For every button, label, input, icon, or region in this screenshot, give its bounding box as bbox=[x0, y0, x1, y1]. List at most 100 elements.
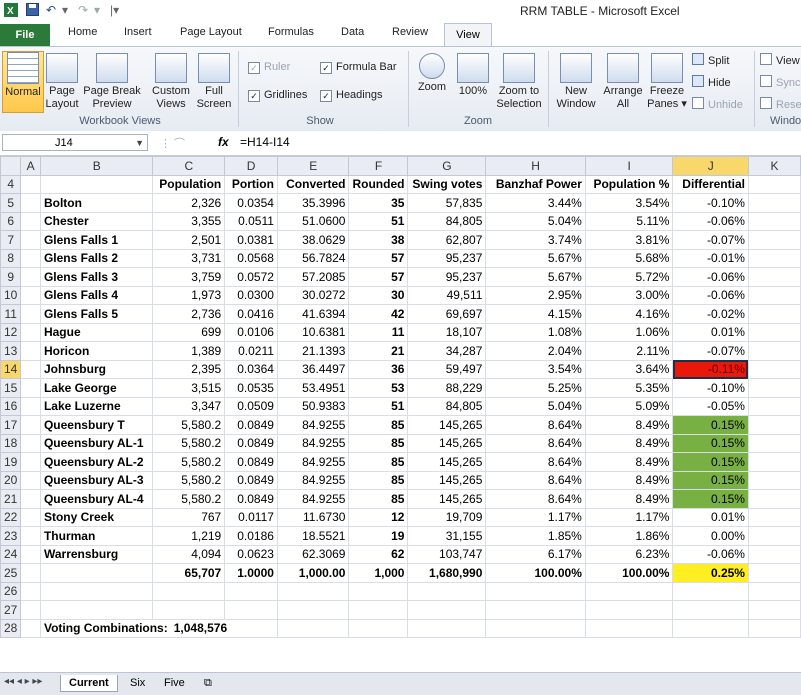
cell-swing-votes[interactable]: 95,237 bbox=[407, 248, 487, 268]
total-rounded[interactable]: 1,000 bbox=[348, 563, 409, 583]
column-title-swing-votes[interactable]: Swing votes bbox=[407, 174, 487, 194]
cell[interactable] bbox=[747, 193, 801, 213]
cell-population-pct[interactable]: 1.86% bbox=[584, 526, 674, 546]
cell[interactable] bbox=[348, 618, 409, 638]
cell-population[interactable]: 5,580.2 bbox=[152, 489, 226, 509]
cell-swing-votes[interactable]: 31,155 bbox=[407, 526, 487, 546]
cell-rounded[interactable]: 85 bbox=[348, 415, 409, 435]
cell-differential[interactable]: -0.06% bbox=[672, 211, 749, 231]
row-header[interactable]: 13 bbox=[0, 341, 22, 361]
row-header[interactable]: 17 bbox=[0, 415, 22, 435]
cell-population[interactable]: 2,326 bbox=[152, 193, 226, 213]
row-header[interactable]: 21 bbox=[0, 489, 22, 509]
sheet-tab-current[interactable]: Current bbox=[60, 675, 118, 692]
cell-portion[interactable]: 0.0381 bbox=[224, 230, 278, 250]
cell-swing-votes[interactable]: 84,805 bbox=[407, 211, 487, 231]
cell-banzhaf[interactable]: 8.64% bbox=[485, 415, 586, 435]
cell-population-pct[interactable]: 8.49% bbox=[584, 489, 674, 509]
cell-swing-votes[interactable]: 19,709 bbox=[407, 507, 487, 527]
zoom-button[interactable]: Zoom bbox=[412, 53, 452, 94]
cell-portion[interactable]: 0.0572 bbox=[224, 267, 278, 287]
cell-differential[interactable]: -0.02% bbox=[672, 304, 749, 324]
municipality-name[interactable]: Queensbury AL-2 bbox=[39, 452, 154, 472]
cell[interactable] bbox=[39, 563, 154, 583]
cell-converted[interactable]: 11.6730 bbox=[276, 507, 350, 527]
cell[interactable] bbox=[20, 378, 41, 398]
cell[interactable] bbox=[348, 581, 409, 601]
cell[interactable] bbox=[747, 600, 801, 620]
cell-converted[interactable]: 62.3069 bbox=[276, 544, 350, 564]
cell-banzhaf[interactable]: 5.25% bbox=[485, 378, 586, 398]
name-box[interactable]: J14 ▼ bbox=[2, 134, 148, 151]
cell-population-pct[interactable]: 5.35% bbox=[584, 378, 674, 398]
cell-banzhaf[interactable]: 5.04% bbox=[485, 211, 586, 231]
column-title-rounded[interactable]: Rounded bbox=[348, 174, 409, 194]
cell[interactable] bbox=[747, 489, 801, 509]
cell-population-pct[interactable]: 4.16% bbox=[584, 304, 674, 324]
municipality-name[interactable]: Bolton bbox=[39, 193, 154, 213]
cell[interactable] bbox=[20, 470, 41, 490]
cell-swing-votes[interactable]: 145,265 bbox=[407, 489, 487, 509]
cell-population[interactable]: 699 bbox=[152, 322, 226, 342]
cell-banzhaf[interactable]: 5.67% bbox=[485, 267, 586, 287]
cell-converted[interactable]: 57.2085 bbox=[276, 267, 350, 287]
cell-rounded[interactable]: 53 bbox=[348, 378, 409, 398]
cell-portion[interactable]: 0.0416 bbox=[224, 304, 278, 324]
cell[interactable] bbox=[20, 618, 41, 638]
row-header[interactable]: 25 bbox=[0, 563, 22, 583]
cell-swing-votes[interactable]: 49,511 bbox=[407, 285, 487, 305]
cell[interactable] bbox=[276, 581, 350, 601]
cell-population[interactable]: 3,355 bbox=[152, 211, 226, 231]
column-header-k[interactable]: K bbox=[747, 156, 801, 176]
cell-converted[interactable]: 36.4497 bbox=[276, 359, 350, 379]
cell[interactable] bbox=[747, 230, 801, 250]
cell-population-pct[interactable]: 3.81% bbox=[584, 230, 674, 250]
cell-portion[interactable]: 0.0364 bbox=[224, 359, 278, 379]
cell-differential[interactable]: -0.06% bbox=[672, 544, 749, 564]
cell-banzhaf[interactable]: 2.04% bbox=[485, 341, 586, 361]
select-all-corner[interactable] bbox=[0, 156, 22, 176]
municipality-name[interactable]: Johnsburg bbox=[39, 359, 154, 379]
tab-home[interactable]: Home bbox=[68, 26, 97, 38]
municipality-name[interactable]: Queensbury AL-4 bbox=[39, 489, 154, 509]
cell-differential[interactable]: 0.00% bbox=[672, 526, 749, 546]
cell[interactable] bbox=[747, 378, 801, 398]
municipality-name[interactable]: Chester bbox=[39, 211, 154, 231]
cell-portion[interactable]: 0.0300 bbox=[224, 285, 278, 305]
cell[interactable] bbox=[747, 415, 801, 435]
tab-insert[interactable]: Insert bbox=[124, 26, 152, 38]
cell[interactable] bbox=[747, 211, 801, 231]
cell[interactable] bbox=[747, 396, 801, 416]
row-header[interactable]: 18 bbox=[0, 433, 22, 453]
cell-swing-votes[interactable]: 145,265 bbox=[407, 433, 487, 453]
cell-swing-votes[interactable]: 18,107 bbox=[407, 322, 487, 342]
cell-population[interactable]: 2,736 bbox=[152, 304, 226, 324]
cell-rounded[interactable]: 51 bbox=[348, 211, 409, 231]
cell-population[interactable]: 1,219 bbox=[152, 526, 226, 546]
cell-portion[interactable]: 0.0186 bbox=[224, 526, 278, 546]
cell[interactable] bbox=[747, 526, 801, 546]
cell[interactable] bbox=[20, 563, 41, 583]
cell[interactable] bbox=[672, 618, 749, 638]
cell[interactable] bbox=[20, 174, 41, 194]
reset-position-button[interactable]: Rese bbox=[760, 97, 801, 111]
cell-differential[interactable]: -0.07% bbox=[672, 341, 749, 361]
row-header[interactable]: 24 bbox=[0, 544, 22, 564]
cell-converted[interactable]: 84.9255 bbox=[276, 415, 350, 435]
cell[interactable] bbox=[485, 600, 586, 620]
column-title-portion[interactable]: Portion bbox=[224, 174, 278, 194]
municipality-name[interactable]: Glens Falls 2 bbox=[39, 248, 154, 268]
sync-scrolling-button[interactable]: Sync bbox=[760, 75, 800, 89]
cell[interactable] bbox=[485, 618, 586, 638]
row-header[interactable]: 20 bbox=[0, 470, 22, 490]
cell-banzhaf[interactable]: 5.04% bbox=[485, 396, 586, 416]
cell[interactable] bbox=[20, 452, 41, 472]
cell-portion[interactable]: 0.0849 bbox=[224, 415, 278, 435]
cell-swing-votes[interactable]: 62,807 bbox=[407, 230, 487, 250]
split-button[interactable]: Split bbox=[692, 53, 729, 67]
total-banzhaf[interactable]: 100.00% bbox=[485, 563, 586, 583]
municipality-name[interactable]: Glens Falls 3 bbox=[39, 267, 154, 287]
cell-population-pct[interactable]: 6.23% bbox=[584, 544, 674, 564]
cell-population[interactable]: 3,515 bbox=[152, 378, 226, 398]
cell[interactable] bbox=[747, 563, 801, 583]
